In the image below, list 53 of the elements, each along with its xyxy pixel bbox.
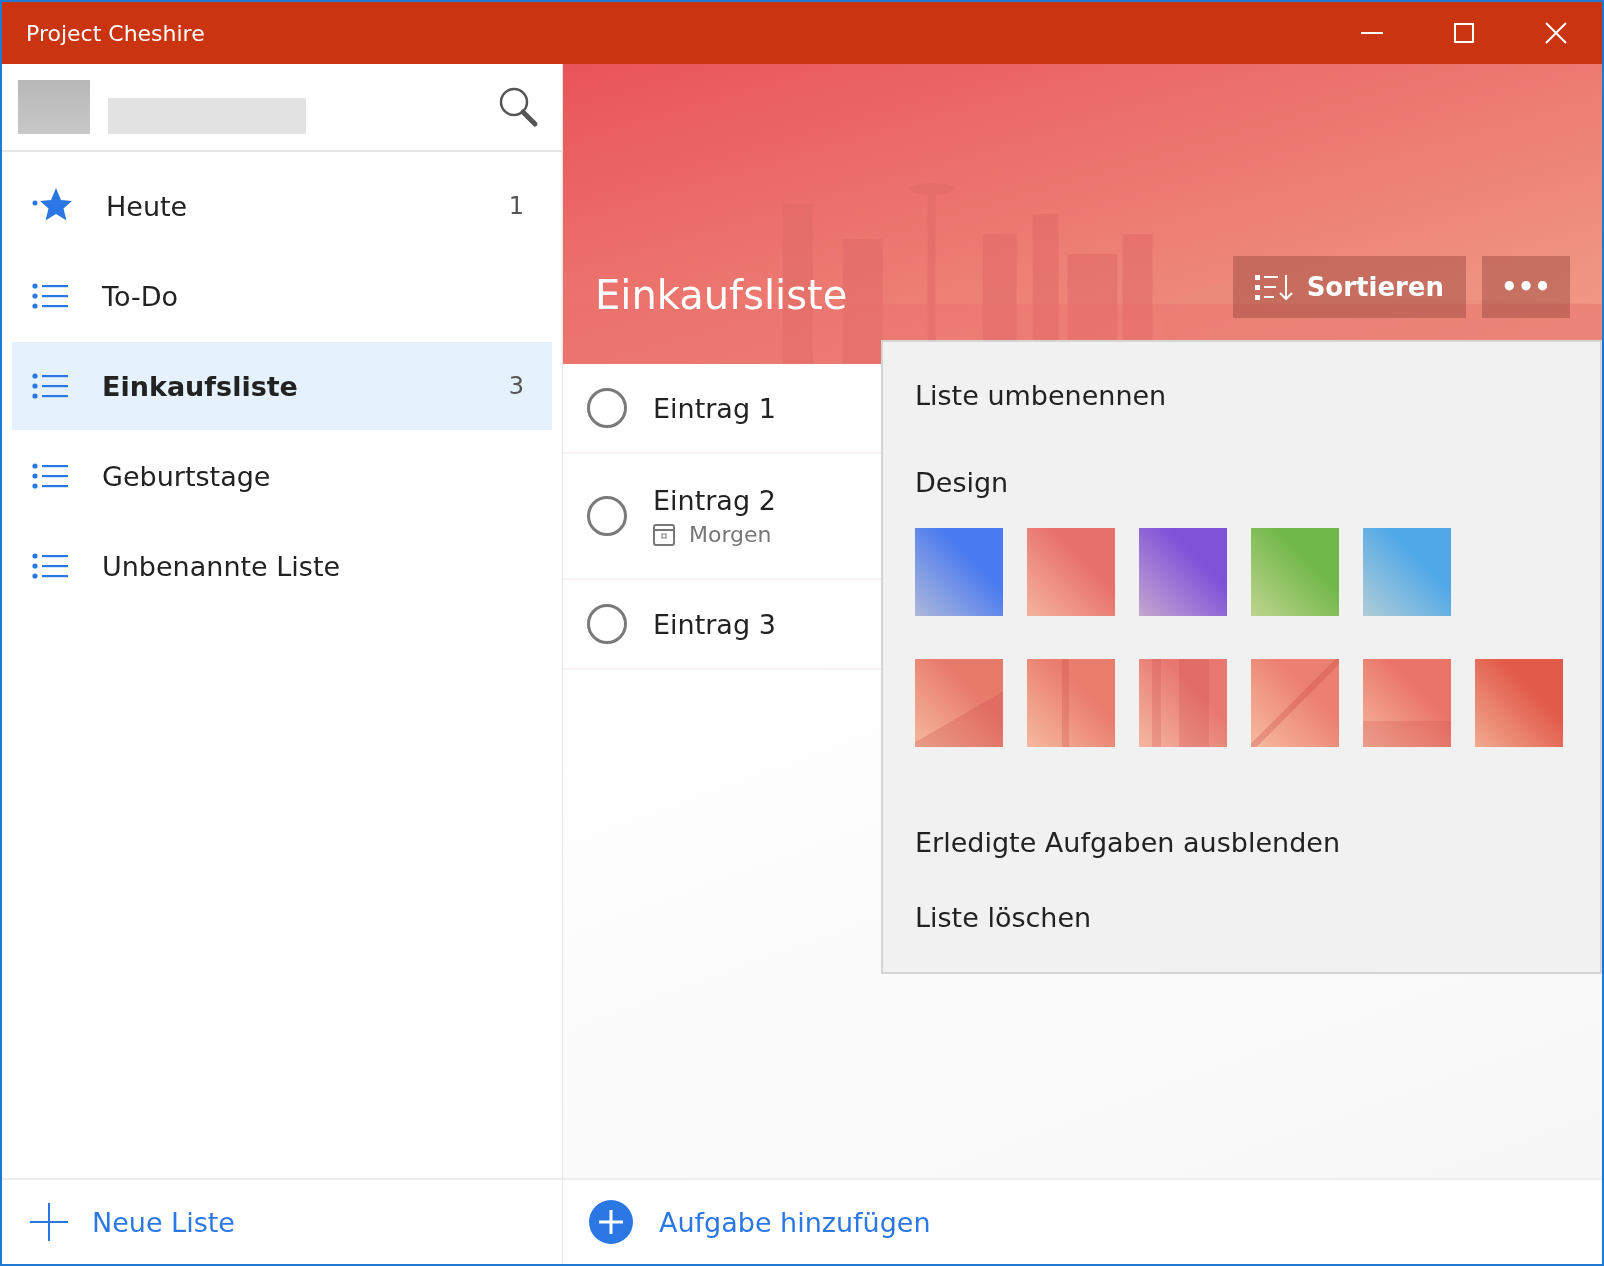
design-swatch[interactable] xyxy=(1363,528,1451,616)
sidebar-item[interactable]: Unbenannte Liste xyxy=(12,522,552,610)
list-name: Geburtstage xyxy=(102,460,272,492)
list-title: Einkaufsliste xyxy=(595,272,849,318)
task-checkbox[interactable] xyxy=(587,388,627,428)
sort-button[interactable]: Sortieren xyxy=(1232,256,1466,318)
close-icon xyxy=(1545,22,1567,44)
new-list-link[interactable]: Neue Liste xyxy=(92,1206,235,1238)
design-swatch[interactable] xyxy=(915,528,1003,616)
minimize-icon xyxy=(1361,32,1383,34)
maximize-icon xyxy=(1454,23,1474,43)
task-title: Eintrag 1 xyxy=(653,392,776,424)
due-date: Morgen xyxy=(689,522,772,547)
design-swatch[interactable] xyxy=(1363,659,1451,747)
list-icon xyxy=(32,283,68,309)
calendar-icon xyxy=(653,523,675,546)
sidebar-item[interactable]: Einkaufsliste 3 xyxy=(12,342,552,430)
add-icon[interactable] xyxy=(589,1200,633,1244)
task-title: Eintrag 2 xyxy=(653,485,776,516)
window-title: Project Cheshire xyxy=(26,20,206,46)
design-swatch[interactable] xyxy=(1251,659,1339,747)
list-name: Unbenannte Liste xyxy=(102,550,342,582)
design-swatch[interactable] xyxy=(1475,659,1563,747)
task-checkbox[interactable] xyxy=(587,496,627,536)
menu-item[interactable]: Liste löschen xyxy=(915,902,1092,933)
list-icon xyxy=(32,553,68,579)
more-button[interactable]: ••• xyxy=(1482,256,1570,318)
design-label: Design xyxy=(915,467,1009,498)
list-name: Einkaufsliste xyxy=(102,370,299,402)
add-task-field[interactable]: Aufgabe hinzufügen xyxy=(659,1206,931,1238)
design-swatch[interactable] xyxy=(915,659,1003,747)
sidebar-item[interactable]: Heute 1 xyxy=(12,162,552,250)
task-checkbox[interactable] xyxy=(587,604,627,644)
list-icon xyxy=(32,373,68,399)
task-title: Eintrag 3 xyxy=(653,608,776,640)
design-swatch[interactable] xyxy=(1139,659,1227,747)
menu-item[interactable]: Liste umbenennen xyxy=(915,380,1167,411)
avatar xyxy=(18,80,90,134)
list-icon xyxy=(32,463,68,489)
item-count: 3 xyxy=(508,372,524,400)
menu-item[interactable]: Erledigte Aufgaben ausblenden xyxy=(915,827,1340,858)
design-swatch[interactable] xyxy=(1251,528,1339,616)
design-swatch[interactable] xyxy=(1139,528,1227,616)
search-icon[interactable] xyxy=(498,86,540,128)
plus-icon xyxy=(30,1203,68,1241)
list-name: To-Do xyxy=(102,280,179,312)
list-name: Heute xyxy=(106,190,189,222)
sidebar-item[interactable]: To-Do xyxy=(12,252,552,340)
sidebar-item[interactable]: Geburtstage xyxy=(12,432,552,520)
design-swatch[interactable] xyxy=(1027,528,1115,616)
sort-icon xyxy=(1254,273,1295,301)
design-swatch[interactable] xyxy=(1027,659,1115,747)
item-count: 1 xyxy=(508,192,524,220)
